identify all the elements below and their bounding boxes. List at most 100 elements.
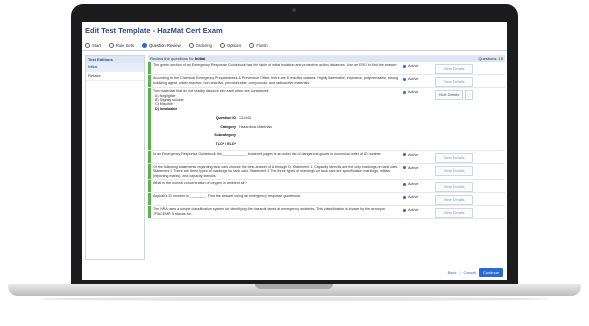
detail-value: 131445 bbox=[239, 116, 251, 121]
question-row: Asphalt's ID number is ________. Find th… bbox=[148, 193, 505, 207]
answer-option: D) Invaluable bbox=[155, 106, 178, 111]
question-stem: The NRA uses a simple classification sys… bbox=[153, 207, 385, 216]
step-label: Options bbox=[226, 42, 242, 48]
status-badge: Active bbox=[403, 62, 431, 74]
status-badge: Active bbox=[403, 180, 431, 192]
question-text: The green section of an Emergency Respon… bbox=[151, 62, 403, 74]
question-row: The green section of an Emergency Respon… bbox=[148, 62, 505, 75]
answer-list: A) Negligible B) Slightly soluble C) Misci… bbox=[153, 94, 401, 112]
question-row: Of the following statements regarding ta… bbox=[148, 163, 505, 181]
question-row: Two materials that do not readily dissol… bbox=[148, 88, 505, 151]
view-details-button[interactable]: View Details bbox=[435, 152, 473, 163]
status-badge: Active bbox=[403, 88, 431, 150]
step-start[interactable]: Start bbox=[85, 42, 101, 48]
questions-header: Review the questions for Initial Questio… bbox=[148, 55, 505, 62]
step-options[interactable]: Options bbox=[219, 42, 242, 48]
question-text: Two materials that do not readily dissol… bbox=[151, 88, 403, 150]
question-stem: What is the normal concentration of oxyg… bbox=[153, 181, 247, 186]
status-dot-icon bbox=[403, 182, 406, 186]
question-row: The NRA uses a simple classification sys… bbox=[148, 206, 505, 220]
camera-icon bbox=[292, 8, 296, 12]
step-ordering[interactable]: Ordering bbox=[188, 42, 212, 48]
question-row: In an Emergency Response Guidebook the _… bbox=[148, 150, 505, 164]
edition-item-initial[interactable]: Initial bbox=[86, 63, 144, 72]
step-label: Rule Sets bbox=[115, 42, 134, 48]
question-stem: In an Emergency Response Guidebook the _… bbox=[153, 151, 382, 156]
question-text: Of the following statements regarding ta… bbox=[151, 164, 403, 180]
hide-details-button[interactable]: Hide Details bbox=[435, 90, 463, 100]
status-label: Active bbox=[408, 152, 419, 157]
question-text: According to the Chemical Emergency Prep… bbox=[151, 75, 403, 87]
status-label: Active bbox=[408, 77, 419, 81]
status-dot-icon bbox=[403, 153, 406, 157]
status-badge: Active bbox=[403, 75, 431, 87]
question-row: According to the Chemical Emergency Prep… bbox=[148, 75, 505, 88]
step-dot-icon bbox=[85, 42, 90, 48]
separator: | bbox=[459, 270, 461, 275]
detail-value: Hazardous Materials bbox=[239, 124, 272, 129]
detail-value bbox=[239, 133, 299, 138]
status-badge: Active bbox=[403, 206, 431, 218]
question-stem: According to the Chemical Emergency Prep… bbox=[153, 76, 399, 85]
more-options-icon[interactable]: ⋮ bbox=[465, 90, 473, 100]
step-label: Ordering bbox=[195, 42, 212, 48]
step-dot-icon bbox=[219, 42, 225, 48]
laptop-shadow bbox=[40, 297, 549, 301]
view-details-button[interactable]: View Details bbox=[435, 64, 473, 74]
step-label: Finish bbox=[256, 42, 268, 48]
status-dot-icon bbox=[403, 166, 406, 170]
question-stem: Asphalt's ID number is ________. Find th… bbox=[153, 194, 302, 199]
status-dot-icon bbox=[403, 64, 406, 68]
step-rule-sets[interactable]: Rule Sets bbox=[108, 42, 134, 48]
step-label: Start bbox=[92, 42, 101, 48]
view-details-button[interactable]: View Details bbox=[435, 165, 473, 176]
review-prefix: Review the questions for bbox=[150, 56, 195, 61]
status-label: Active bbox=[408, 182, 419, 187]
view-details-button[interactable]: View Details bbox=[435, 77, 473, 87]
step-label: Question Review bbox=[149, 42, 181, 48]
question-text: The NRA uses a simple classification sys… bbox=[151, 206, 403, 218]
question-text: Asphalt's ID number is ________. Find th… bbox=[151, 193, 403, 205]
back-link[interactable]: Back bbox=[448, 270, 457, 275]
detail-key: Category bbox=[220, 124, 236, 129]
question-text: What is the normal concentration of oxyg… bbox=[151, 180, 403, 192]
page-title: Edit Test Template - HazMat Cert Exam bbox=[85, 26, 223, 35]
test-editions-panel: Test Editions Initial Retake bbox=[85, 55, 145, 260]
status-dot-icon bbox=[403, 77, 406, 81]
step-dot-icon bbox=[188, 42, 194, 48]
status-label: Active bbox=[408, 195, 419, 200]
step-dot-icon bbox=[142, 42, 147, 48]
step-question-review[interactable]: Question Review bbox=[142, 42, 181, 48]
step-dot-icon bbox=[249, 42, 255, 48]
question-details: Question ID 131445 Category Hazardous Mater… bbox=[213, 116, 401, 146]
wizard-steps: Start Rule Sets Question Review Ordering Opt… bbox=[82, 40, 507, 51]
detail-key: Question ID bbox=[215, 116, 236, 121]
status-dot-icon bbox=[403, 90, 406, 94]
view-details-button[interactable]: View Details bbox=[435, 182, 473, 193]
step-finish[interactable]: Finish bbox=[249, 42, 268, 48]
question-stem: The green section of an Emergency Respon… bbox=[153, 63, 398, 67]
questions-count: Questions: 15 bbox=[478, 56, 503, 61]
status-dot-icon bbox=[403, 195, 406, 199]
view-details-button[interactable]: View Details bbox=[435, 208, 473, 219]
continue-button[interactable]: Continue bbox=[479, 268, 503, 277]
question-text: In an Emergency Response Guidebook the _… bbox=[151, 151, 403, 163]
status-label: Active bbox=[408, 208, 419, 213]
wizard-footer: Back | Cancel Continue bbox=[448, 268, 503, 277]
questions-panel: Review the questions for Initial Questio… bbox=[148, 55, 505, 260]
step-dot-icon bbox=[108, 42, 114, 48]
status-label: Active bbox=[408, 64, 419, 68]
question-stem: Of the following statements regarding ta… bbox=[153, 164, 399, 178]
laptop-notch bbox=[255, 284, 333, 289]
status-label: Active bbox=[408, 90, 419, 94]
cancel-link[interactable]: Cancel bbox=[464, 270, 476, 275]
status-badge: Active bbox=[403, 193, 431, 205]
status-badge: Active bbox=[403, 164, 431, 180]
detail-key: Subcategory bbox=[214, 133, 236, 138]
edition-item-retake[interactable]: Retake bbox=[86, 72, 144, 81]
status-badge: Active bbox=[403, 151, 431, 163]
question-row: What is the normal concentration of oxyg… bbox=[148, 180, 505, 194]
status-dot-icon bbox=[403, 208, 406, 212]
status-label: Active bbox=[408, 165, 419, 170]
view-details-button[interactable]: View Details bbox=[435, 195, 473, 206]
